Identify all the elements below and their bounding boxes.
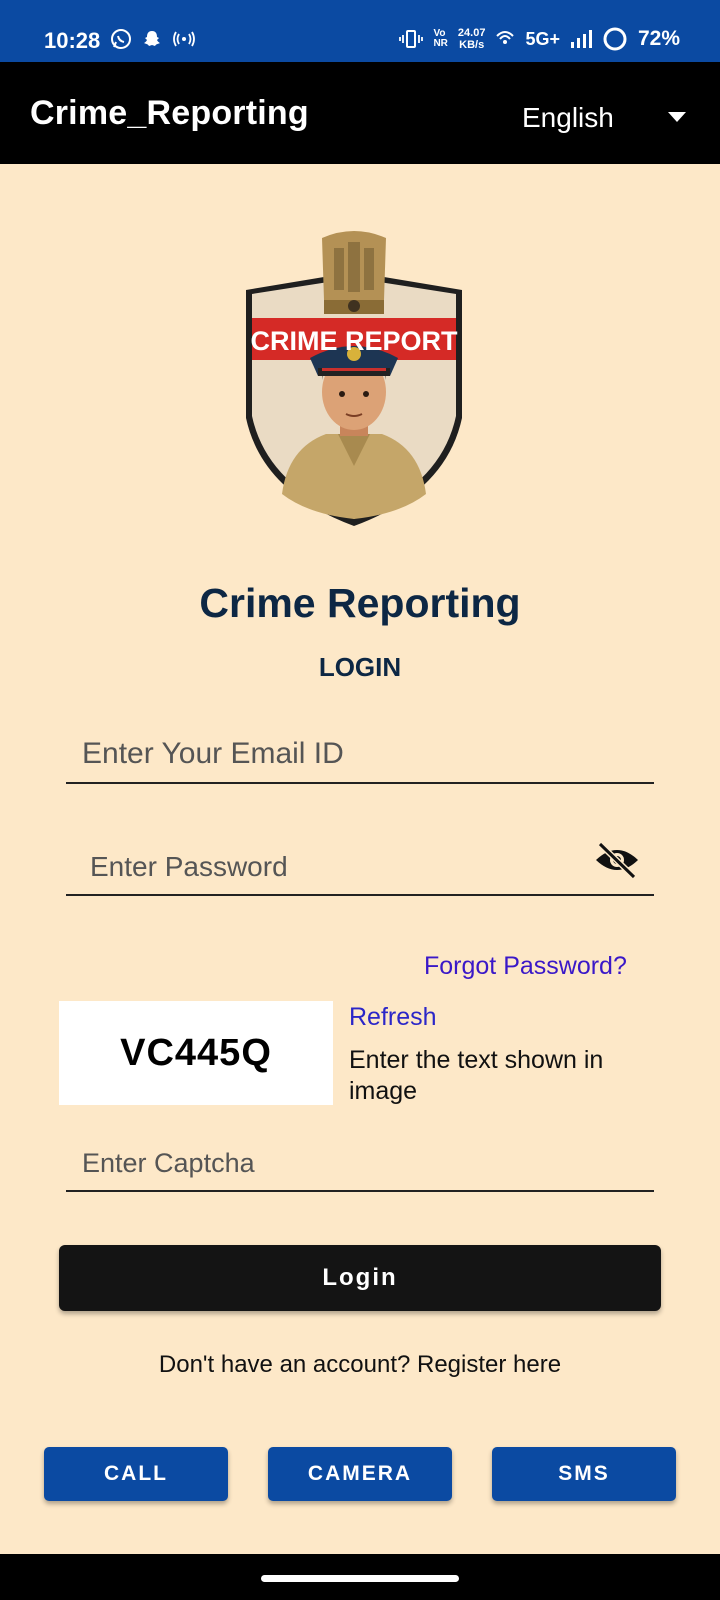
- signal-icon: [570, 30, 592, 48]
- sms-button[interactable]: SMS: [492, 1447, 676, 1501]
- wifi-icon: [496, 31, 515, 44]
- captcha-image: VC445Q: [59, 1001, 333, 1105]
- snapchat-icon: [144, 31, 160, 46]
- captcha-hint: Enter the text shown in image: [349, 1046, 604, 1105]
- whatsapp-icon: [111, 29, 131, 49]
- language-value: English: [522, 102, 614, 133]
- password-field: [66, 830, 654, 896]
- hotspot-icon: [173, 31, 195, 47]
- password-input[interactable]: [88, 850, 612, 884]
- status-bar: 10:28 Vo NR 24.07 KB/s 5G+ 72%: [0, 0, 720, 62]
- camera-button[interactable]: CAMERA: [268, 1447, 452, 1501]
- home-gesture-handle[interactable]: [261, 1575, 459, 1582]
- volte-indicator: Vo NR: [433, 28, 448, 49]
- login-button[interactable]: Login: [59, 1245, 661, 1311]
- page-title: Crime Reporting: [199, 580, 521, 626]
- navigation-bar: [0, 1554, 720, 1600]
- status-time: 10:28: [44, 28, 101, 53]
- email-field: [66, 720, 654, 784]
- network-speed: 24.07 KB/s: [457, 27, 486, 51]
- dropdown-caret-icon: [668, 112, 686, 122]
- app-bar: Crime_Reporting English: [0, 62, 720, 164]
- battery-ring-icon: [603, 27, 627, 51]
- forgot-password-link[interactable]: Forgot Password?: [424, 952, 627, 981]
- captcha-input[interactable]: [80, 1147, 604, 1180]
- refresh-captcha-link[interactable]: Refresh: [349, 1003, 437, 1032]
- register-link[interactable]: Don't have an account? Register here: [0, 1351, 720, 1379]
- call-button[interactable]: CALL: [44, 1447, 228, 1501]
- login-subtitle: LOGIN: [318, 652, 402, 682]
- app-title: Crime_Reporting: [30, 94, 309, 132]
- network-type: 5G+: [525, 28, 560, 49]
- language-dropdown[interactable]: English: [522, 98, 692, 138]
- captcha-field: [66, 1134, 654, 1192]
- vibrate-icon: [399, 30, 424, 48]
- battery-level: 72%: [637, 27, 680, 50]
- email-input[interactable]: [80, 736, 604, 772]
- emblem-banner-text: CRIME REPORT: [250, 326, 458, 356]
- captcha-code: VC445Q: [120, 1031, 272, 1074]
- eye-off-icon[interactable]: [594, 840, 640, 880]
- crime-report-emblem-logo: CRIME REPORT: [246, 231, 462, 526]
